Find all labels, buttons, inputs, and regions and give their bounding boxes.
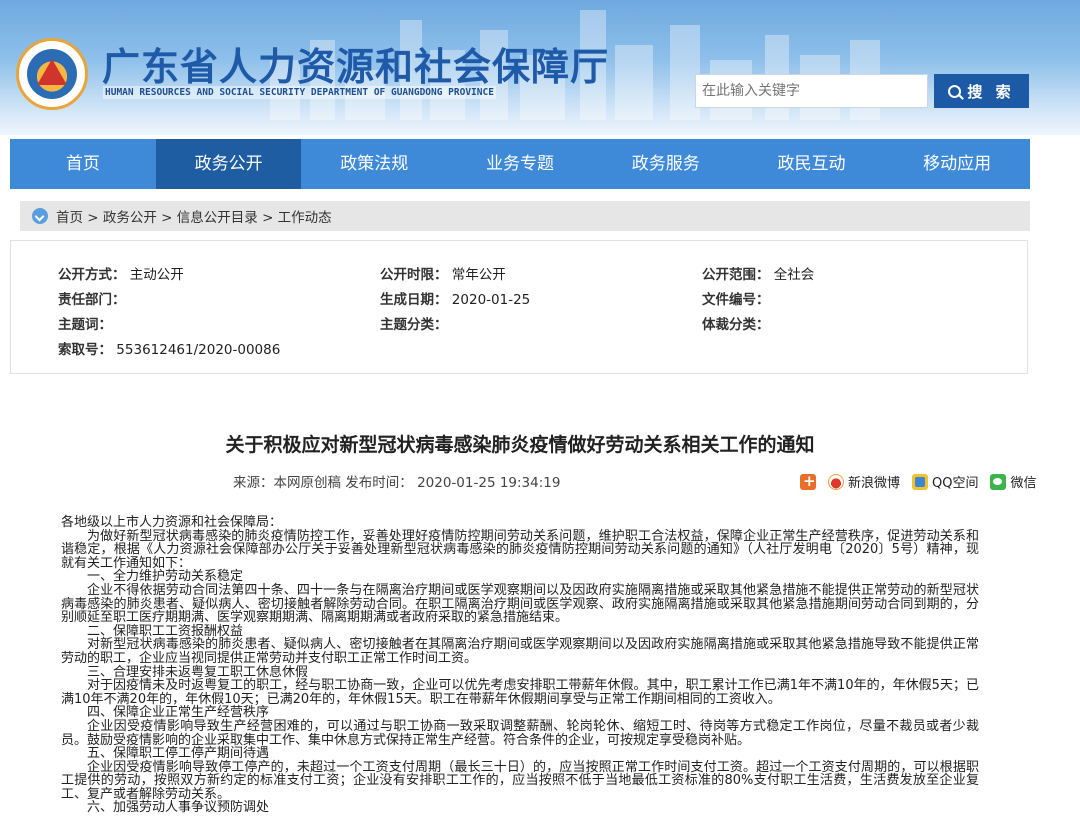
share-bar: 新浪微博 QQ空间 微信	[800, 472, 1037, 491]
site-header: 广东省人力资源和社会保障厅 HUMAN RESOURCES AND SOCIAL…	[0, 0, 1080, 135]
meta-label: 文件编号：	[702, 292, 770, 308]
search-input[interactable]	[695, 74, 928, 108]
article-paragraph: 为做好新型冠状病毒感染的肺炎疫情防控工作，妥善处理好疫情防控期间劳动关系问题，维…	[61, 528, 979, 571]
qzone-icon[interactable]	[912, 473, 929, 490]
meta-keywords: 主题词：	[58, 313, 112, 333]
department-logo[interactable]	[16, 38, 88, 110]
meta-value: 常年公开	[451, 267, 506, 283]
article-section-heading: 六、加强劳动人事争议预防调处	[87, 800, 270, 816]
article-paragraph: 企业不得依据劳动合同法第四十条、四十一条与在隔离治疗期间或医学观察期间以及因政府…	[61, 582, 979, 626]
article-body: 各地级以上市人力资源和社会保障局： 为做好新型冠状病毒感染的肺炎疫情防控工作，妥…	[61, 516, 979, 815]
nav-item-government-affairs[interactable]: 政务公开	[155, 139, 302, 189]
weibo-icon[interactable]	[828, 473, 844, 490]
article-title: 关于积极应对新型冠状病毒感染肺炎疫情做好劳动关系相关工作的通知	[225, 434, 815, 456]
meta-index-number: 索取号： 553612461/2020-00086	[58, 338, 280, 358]
meta-value: 主动公开	[129, 267, 184, 283]
meta-file-number: 文件编号：	[702, 288, 770, 308]
meta-label: 公开方式：	[58, 267, 126, 283]
nav-item-interaction[interactable]: 政民互动	[739, 139, 885, 189]
meta-label: 主题词：	[58, 317, 112, 333]
article-paragraph: 对新型冠状病毒感染的肺炎患者、疑似病人、密切接触者在其隔离治疗期间或医学观察期间…	[61, 637, 979, 666]
breadcrumb-text[interactable]: 首页 > 政务公开 > 信息公开目录 > 工作动态	[56, 206, 332, 226]
article-salutation: 各地级以上市人力资源和社会保障局：	[61, 515, 283, 530]
search-button-label: 搜 索	[967, 82, 1015, 101]
meta-department: 责任部门：	[58, 288, 126, 308]
meta-publish-term: 公开时限： 常年公开	[380, 263, 506, 283]
meta-label: 索取号：	[58, 342, 112, 358]
meta-label: 生成日期：	[380, 292, 448, 308]
nav-item-policies[interactable]: 政策法规	[301, 139, 447, 189]
location-arrow-icon	[32, 208, 48, 224]
article-paragraph: 对于因疫情未及时返粤复工的职工，经与职工协商一致，企业可以优先考虑安排职工带薪年…	[61, 678, 979, 707]
logo-triangle-icon	[37, 59, 67, 85]
meta-value: 553612461/2020-00086	[116, 342, 281, 358]
article-source-line: 来源：本网原创稿 发布时间： 2020-01-25 19:34:19	[233, 475, 561, 491]
article-section-heading: 四、保障企业正常生产经营秩序	[87, 705, 270, 721]
meta-created-date: 生成日期： 2020-01-25	[380, 288, 530, 308]
nav-item-topics[interactable]: 业务专题	[447, 139, 593, 189]
meta-subject-category: 主题分类：	[380, 313, 448, 333]
meta-genre-category: 体裁分类：	[702, 313, 770, 333]
meta-label: 公开时限：	[380, 267, 448, 283]
share-weibo-link[interactable]: 新浪微博	[848, 472, 900, 491]
meta-label: 公开范围：	[702, 267, 770, 283]
nav-item-services[interactable]: 政务服务	[593, 139, 739, 189]
meta-label: 主题分类：	[380, 317, 448, 333]
search-icon	[948, 84, 962, 98]
wechat-icon[interactable]	[990, 473, 1007, 490]
share-qzone-link[interactable]: QQ空间	[932, 472, 978, 491]
article-section-heading: 一、全力维护劳动关系稳定	[87, 569, 244, 585]
meta-label: 责任部门：	[58, 292, 126, 308]
meta-publish-scope: 公开范围： 全社会	[702, 263, 814, 283]
share-more-icon[interactable]	[800, 472, 816, 490]
meta-value: 全社会	[773, 267, 815, 283]
site-subtitle: HUMAN RESOURCES AND SOCIAL SECURITY DEPA…	[103, 86, 496, 99]
document-metadata: 公开方式： 主动公开 公开时限： 常年公开 公开范围： 全社会 责任部门： 生成…	[10, 240, 1028, 374]
meta-value: 2020-01-25	[451, 292, 531, 308]
meta-publish-method: 公开方式： 主动公开	[58, 263, 184, 283]
nav-item-home[interactable]: 首页	[10, 139, 156, 189]
breadcrumb: 首页 > 政务公开 > 信息公开目录 > 工作动态	[20, 201, 1030, 231]
search-button[interactable]: 搜 索	[934, 74, 1029, 108]
article-section-heading: 五、保障职工停工停产期间待遇	[87, 746, 270, 762]
site-title[interactable]: 广东省人力资源和社会保障厅	[102, 36, 609, 91]
article-paragraph: 企业因受疫情影响导致停工停产的，未超过一个工资支付周期（最长三十日）的，应当按照…	[61, 759, 979, 802]
article-paragraph: 企业因受疫情影响导致生产经营困难的，可以通过与职工协商一致采取调整薪酬、轮岗轮休…	[61, 718, 979, 748]
share-wechat-link[interactable]: 微信	[1010, 472, 1036, 491]
main-nav: 首页 政务公开 政策法规 业务专题 政务服务 政民互动 移动应用	[10, 139, 1030, 189]
nav-item-mobile[interactable]: 移动应用	[884, 139, 1030, 189]
meta-label: 体裁分类：	[702, 317, 770, 333]
